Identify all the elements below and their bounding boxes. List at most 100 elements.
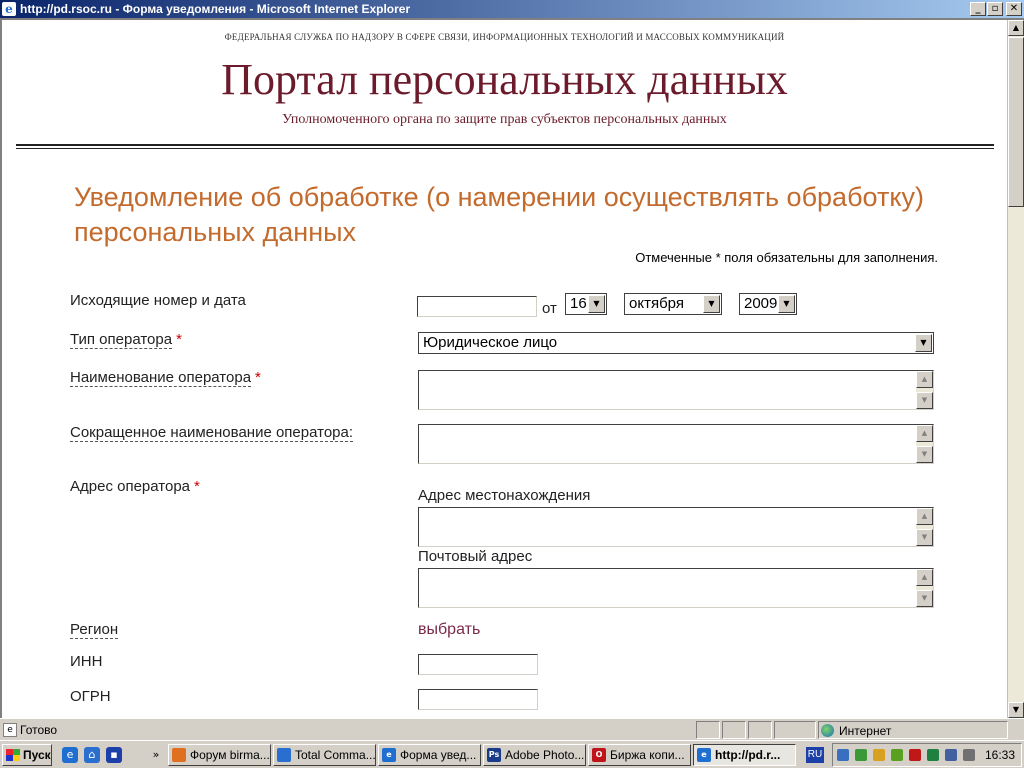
chevron-down-icon[interactable]: ▼ — [588, 295, 605, 313]
scroll-up-icon[interactable]: ▲ — [916, 425, 933, 442]
operator-type-label: Тип оператора * — [70, 331, 182, 349]
operator-type-select[interactable]: Юридическое лицо ▼ — [418, 332, 934, 354]
year-select[interactable]: 2009 ▼ — [739, 293, 797, 315]
chevron-down-icon[interactable]: ▼ — [915, 334, 932, 352]
system-tray: 16:33 — [832, 743, 1022, 767]
chevron-down-icon[interactable]: ▼ — [703, 295, 720, 313]
tray-app-icon[interactable] — [891, 749, 903, 761]
page-heading: Уведомление об обработке (о намерении ос… — [74, 182, 924, 247]
save-icon[interactable]: ▪ — [106, 747, 122, 763]
page-scrollbar[interactable]: ▲ ▼ — [1007, 20, 1024, 718]
tray-app-icon[interactable] — [945, 749, 957, 761]
clock: 16:33 — [984, 748, 1015, 762]
short-name-textarea[interactable]: ▲ ▼ — [418, 424, 934, 464]
task-label: Adobe Photo... — [505, 748, 585, 762]
ie-icon: e — [2, 2, 16, 16]
task-label: Форма увед... — [400, 748, 477, 762]
region-select-link[interactable]: выбрать — [418, 621, 480, 639]
scroll-down-icon[interactable]: ▼ — [916, 590, 933, 607]
window-title: http://pd.rsoc.ru - Форма уведомления - … — [20, 2, 411, 16]
ogrn-label: ОГРН — [70, 688, 111, 705]
scroll-down-icon[interactable]: ▼ — [916, 446, 933, 463]
tray-app-icon[interactable] — [963, 749, 975, 761]
month-value: октября — [629, 295, 684, 312]
outgoing-number-input[interactable] — [417, 296, 537, 317]
scroll-up-icon[interactable]: ▲ — [916, 508, 933, 525]
scroll-down-icon[interactable]: ▼ — [916, 392, 933, 409]
operator-name-label: Наименование оператора * — [70, 369, 261, 387]
more-chevron-icon[interactable]: » — [148, 747, 164, 763]
task-label: Форум birma... — [190, 748, 270, 762]
status-bar: e Готово Интернет — [0, 718, 1024, 740]
task-firefox[interactable]: Форум birma... — [168, 744, 271, 766]
region-label: Регион — [70, 621, 119, 639]
task-ie-active[interactable]: e http://pd.r... — [693, 744, 796, 766]
status-panel — [722, 721, 746, 739]
outgoing-label: Исходящие номер и дата — [70, 292, 246, 309]
desktop-icon[interactable]: ⌂ — [84, 747, 100, 763]
scroll-up-icon[interactable]: ▲ — [916, 569, 933, 586]
ie-icon[interactable]: e — [62, 747, 78, 763]
year-value: 2009 — [744, 295, 778, 312]
scroll-down-icon[interactable]: ▼ — [1008, 702, 1024, 718]
browser-viewport: ФЕДЕРАЛЬНАЯ СЛУЖБА ПО НАДЗОРУ В СФЕРЕ СВ… — [0, 18, 1024, 718]
kaspersky-icon[interactable] — [909, 749, 921, 761]
from-label: от — [542, 300, 557, 317]
scroll-down-icon[interactable]: ▼ — [916, 529, 933, 546]
minimize-button[interactable]: _ — [970, 2, 986, 16]
header-divider — [16, 144, 994, 149]
month-select[interactable]: октября ▼ — [624, 293, 722, 315]
task-photoshop[interactable]: Ps Adobe Photo... — [483, 744, 586, 766]
short-name-label: Сокращенное наименование оператора: — [70, 424, 354, 442]
zone-text: Интернет — [839, 724, 892, 738]
scroll-up-icon[interactable]: ▲ — [916, 371, 933, 388]
tray-tool-icon[interactable] — [873, 749, 885, 761]
ie-icon: e — [382, 748, 396, 762]
day-select[interactable]: 16 ▼ — [565, 293, 607, 315]
status-text: Готово — [20, 723, 58, 737]
scrollbar-thumb[interactable] — [1008, 37, 1024, 207]
textarea-scrollbar[interactable]: ▲ ▼ — [916, 425, 933, 463]
location-address-textarea[interactable]: ▲ ▼ — [418, 507, 934, 547]
tray-app-icon[interactable] — [855, 749, 867, 761]
portal-title: Портал персональных данных — [221, 55, 788, 104]
textarea-scrollbar[interactable]: ▲ ▼ — [916, 371, 933, 409]
status-panel — [696, 721, 720, 739]
task-ie-form[interactable]: e Форма увед... — [378, 744, 481, 766]
globe-icon — [821, 724, 834, 737]
scroll-up-icon[interactable]: ▲ — [1008, 20, 1024, 36]
tray-app-icon[interactable] — [927, 749, 939, 761]
photoshop-icon: Ps — [487, 748, 501, 762]
task-total-commander[interactable]: Total Comma... — [273, 744, 376, 766]
textarea-scrollbar[interactable]: ▲ ▼ — [916, 569, 933, 607]
day-value: 16 — [570, 295, 587, 312]
ie-icon: e — [697, 748, 711, 762]
restore-button[interactable]: ▫ — [987, 2, 1003, 16]
required-note: Отмеченные * поля обязательны для заполн… — [635, 250, 938, 265]
window-titlebar[interactable]: e http://pd.rsoc.ru - Форма уведомления … — [0, 0, 1024, 18]
windows-logo-icon — [6, 749, 20, 761]
task-label: Total Comma... — [295, 748, 376, 762]
chevron-down-icon[interactable]: ▼ — [778, 295, 795, 313]
postal-address-textarea[interactable]: ▲ ▼ — [418, 568, 934, 608]
total-commander-icon — [277, 748, 291, 762]
status-panel — [774, 721, 816, 739]
start-button[interactable]: Пуск — [2, 744, 52, 766]
language-indicator[interactable]: RU — [806, 747, 824, 763]
operator-name-textarea[interactable]: ▲ ▼ — [418, 370, 934, 410]
taskbar: Пуск e ⌂ ▪ » Форум birma... Total Comma.… — [0, 740, 1024, 768]
status-panel — [748, 721, 772, 739]
textarea-scrollbar[interactable]: ▲ ▼ — [916, 508, 933, 546]
task-label: Биржа копи... — [610, 748, 685, 762]
inn-input[interactable] — [418, 654, 538, 675]
agency-line: ФЕДЕРАЛЬНАЯ СЛУЖБА ПО НАДЗОРУ В СФЕРЕ СВ… — [224, 32, 785, 42]
ogrn-input[interactable] — [418, 689, 538, 710]
operator-type-value: Юридическое лицо — [423, 334, 558, 351]
page-icon: e — [3, 723, 17, 737]
network-icon[interactable] — [837, 749, 849, 761]
portal-subtitle: Уполномоченного органа по защите прав су… — [282, 112, 727, 127]
firefox-icon — [172, 748, 186, 762]
task-opera[interactable]: O Биржа копи... — [588, 744, 691, 766]
close-button[interactable]: ✕ — [1006, 2, 1022, 16]
address-label: Адрес оператора * — [70, 478, 200, 495]
